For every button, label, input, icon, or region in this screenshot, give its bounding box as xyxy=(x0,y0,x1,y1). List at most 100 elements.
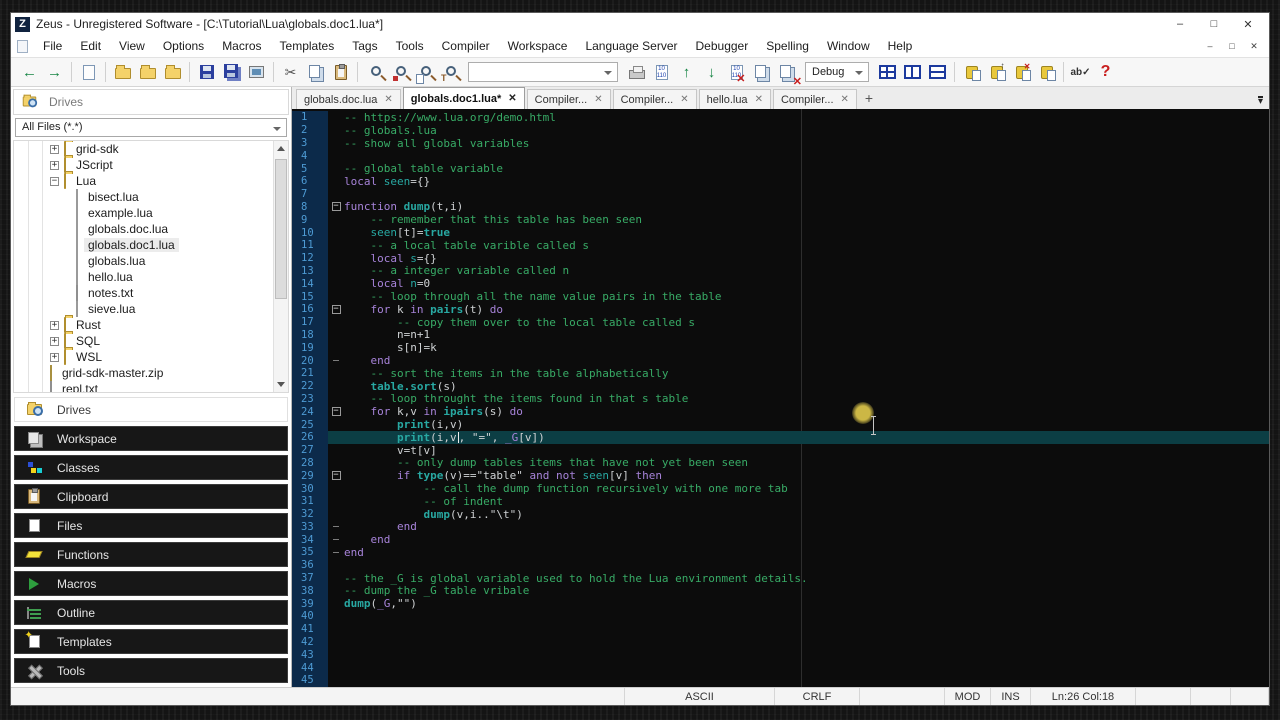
copy-icon[interactable] xyxy=(304,61,327,84)
open-file-icon[interactable] xyxy=(111,61,134,84)
cut-icon[interactable]: ✂ xyxy=(279,61,302,84)
tree-item[interactable]: − Lua xyxy=(14,173,288,190)
sidebar-item-macros[interactable]: Macros xyxy=(14,571,288,596)
menu-item-window[interactable]: Window xyxy=(818,39,879,53)
nav-forward-icon[interactable]: → xyxy=(43,61,66,84)
code-text[interactable]: end xyxy=(344,354,1269,367)
menu-item-tags[interactable]: Tags xyxy=(343,39,386,53)
tree-item[interactable]: example.lua xyxy=(14,205,288,222)
mdi-close-button[interactable]: ✕ xyxy=(1243,38,1265,54)
code-text[interactable]: seen [t]= true xyxy=(344,226,1269,239)
paste-icon[interactable] xyxy=(329,61,352,84)
close-icon[interactable]: ✕ xyxy=(384,94,392,105)
tree-item[interactable]: bisect.lua xyxy=(14,189,288,206)
window-rows-icon[interactable] xyxy=(926,61,949,84)
code-text[interactable] xyxy=(344,674,1269,687)
code-text[interactable]: -- a local table varible called s xyxy=(344,239,1269,252)
sidebar-item-workspace[interactable]: Workspace xyxy=(14,426,288,451)
code-text[interactable]: end xyxy=(344,533,1269,546)
sidebar-item-templates[interactable]: Templates xyxy=(14,629,288,654)
tab-0[interactable]: globals.doc.lua ✕ xyxy=(296,89,401,109)
help-icon[interactable]: ? xyxy=(1094,61,1117,84)
stop-build-icon[interactable] xyxy=(775,61,798,84)
code-text[interactable]: -- remember that this table has been see… xyxy=(344,213,1269,226)
fold-margin[interactable] xyxy=(328,521,344,534)
new-file-icon[interactable] xyxy=(77,61,100,84)
bookmark-toggle-icon[interactable] xyxy=(960,61,983,84)
fold-margin[interactable]: − xyxy=(328,201,344,214)
code-text[interactable]: -- https://www.lua.org/demo.html xyxy=(344,111,1269,124)
fold-collapse-icon[interactable]: − xyxy=(331,407,341,417)
code-text[interactable]: -- sort the items in the table alphabeti… xyxy=(344,367,1269,380)
menu-item-options[interactable]: Options xyxy=(154,39,213,53)
mdi-minimize-button[interactable]: – xyxy=(1199,38,1221,54)
menu-item-help[interactable]: Help xyxy=(879,39,922,53)
scroll-down-icon[interactable] xyxy=(277,382,285,387)
code-text[interactable]: -- call the dump function recursively wi… xyxy=(344,482,1269,495)
window-grid-icon[interactable] xyxy=(876,61,899,84)
fold-collapse-icon[interactable]: − xyxy=(331,304,341,314)
menu-item-compiler[interactable]: Compiler xyxy=(433,39,499,53)
code-text[interactable]: -- of indent xyxy=(344,495,1269,508)
code-text[interactable]: -- global table variable xyxy=(344,162,1269,175)
code-text[interactable]: n=n+1 xyxy=(344,328,1269,341)
close-icon[interactable]: ✕ xyxy=(841,94,849,105)
mdi-restore-button[interactable]: □ xyxy=(1221,38,1243,54)
tree-item[interactable]: hello.lua xyxy=(14,269,288,286)
bookmark-list-icon[interactable] xyxy=(1035,61,1058,84)
code-text[interactable]: dump(_G ,"") xyxy=(344,597,1269,610)
close-icon[interactable]: ✕ xyxy=(680,94,688,105)
replace-icon[interactable] xyxy=(388,61,411,84)
find-tag-icon[interactable] xyxy=(438,61,461,84)
code-text[interactable] xyxy=(344,661,1269,674)
code-text[interactable] xyxy=(344,149,1269,162)
tree-scrollbar[interactable] xyxy=(273,141,288,392)
close-button[interactable]: ✕ xyxy=(1231,14,1265,34)
open-workspace-icon[interactable] xyxy=(161,61,184,84)
bookmark-clear-icon[interactable] xyxy=(1010,61,1033,84)
scroll-up-icon[interactable] xyxy=(277,146,285,152)
code-text[interactable]: s[n]=k xyxy=(344,341,1269,354)
fold-margin[interactable] xyxy=(328,546,344,559)
tree-item[interactable]: globals.doc1.lua xyxy=(14,237,288,254)
fold-margin[interactable]: − xyxy=(328,405,344,418)
sidebar-item-classes[interactable]: Classes xyxy=(14,455,288,480)
save-all-icon[interactable] xyxy=(220,61,243,84)
tree-item[interactable]: + WSL xyxy=(14,349,288,366)
tab-3[interactable]: Compiler... ✕ xyxy=(612,89,697,109)
code-text[interactable] xyxy=(344,188,1269,201)
sidebar-item-files[interactable]: Files xyxy=(14,513,288,538)
tree-item[interactable]: + grid-sdk xyxy=(14,141,288,158)
tree-item[interactable]: globals.lua xyxy=(14,253,288,270)
expand-icon[interactable]: + xyxy=(50,320,59,330)
fold-margin[interactable] xyxy=(328,533,344,546)
file-filter-dropdown[interactable]: All Files (*.*) xyxy=(15,117,287,138)
sidebar-item-drives[interactable]: Drives xyxy=(14,397,288,422)
tab-2[interactable]: Compiler... ✕ xyxy=(526,89,611,109)
fold-collapse-icon[interactable]: − xyxy=(331,471,341,481)
fold-margin[interactable] xyxy=(328,354,344,367)
code-text[interactable]: print (i,v, "=", _G [v]) xyxy=(344,431,1269,444)
expand-icon[interactable]: + xyxy=(50,352,59,362)
code-text[interactable]: local n =0 xyxy=(344,277,1269,290)
code-text[interactable] xyxy=(344,610,1269,623)
code-text[interactable]: -- only dump tables items that have not … xyxy=(344,456,1269,469)
code-text[interactable] xyxy=(344,559,1269,572)
menu-item-templates[interactable]: Templates xyxy=(271,39,344,53)
tree-item[interactable]: + SQL xyxy=(14,333,288,350)
sidebar-item-outline[interactable]: Outline xyxy=(14,600,288,625)
code-text[interactable] xyxy=(344,648,1269,661)
next-error-icon[interactable]: ↓ xyxy=(700,61,723,84)
code-text[interactable]: if type (v)=="table" and not seen [v] then xyxy=(344,469,1269,482)
tab-5[interactable]: Compiler... ✕ xyxy=(772,89,857,109)
find-in-files-icon[interactable] xyxy=(413,61,436,84)
stop-compile-icon[interactable] xyxy=(725,61,748,84)
tree-item[interactable]: notes.txt xyxy=(14,285,288,302)
bookmark-next-icon[interactable] xyxy=(985,61,1008,84)
menu-item-edit[interactable]: Edit xyxy=(71,39,110,53)
prev-error-icon[interactable]: ↑ xyxy=(675,61,698,84)
code-text[interactable]: -- dump the _G table vribale xyxy=(344,584,1269,597)
sidebar-item-tools[interactable]: Tools xyxy=(14,658,288,683)
menu-item-macros[interactable]: Macros xyxy=(213,39,270,53)
sidebar-item-clipboard[interactable]: Clipboard xyxy=(14,484,288,509)
